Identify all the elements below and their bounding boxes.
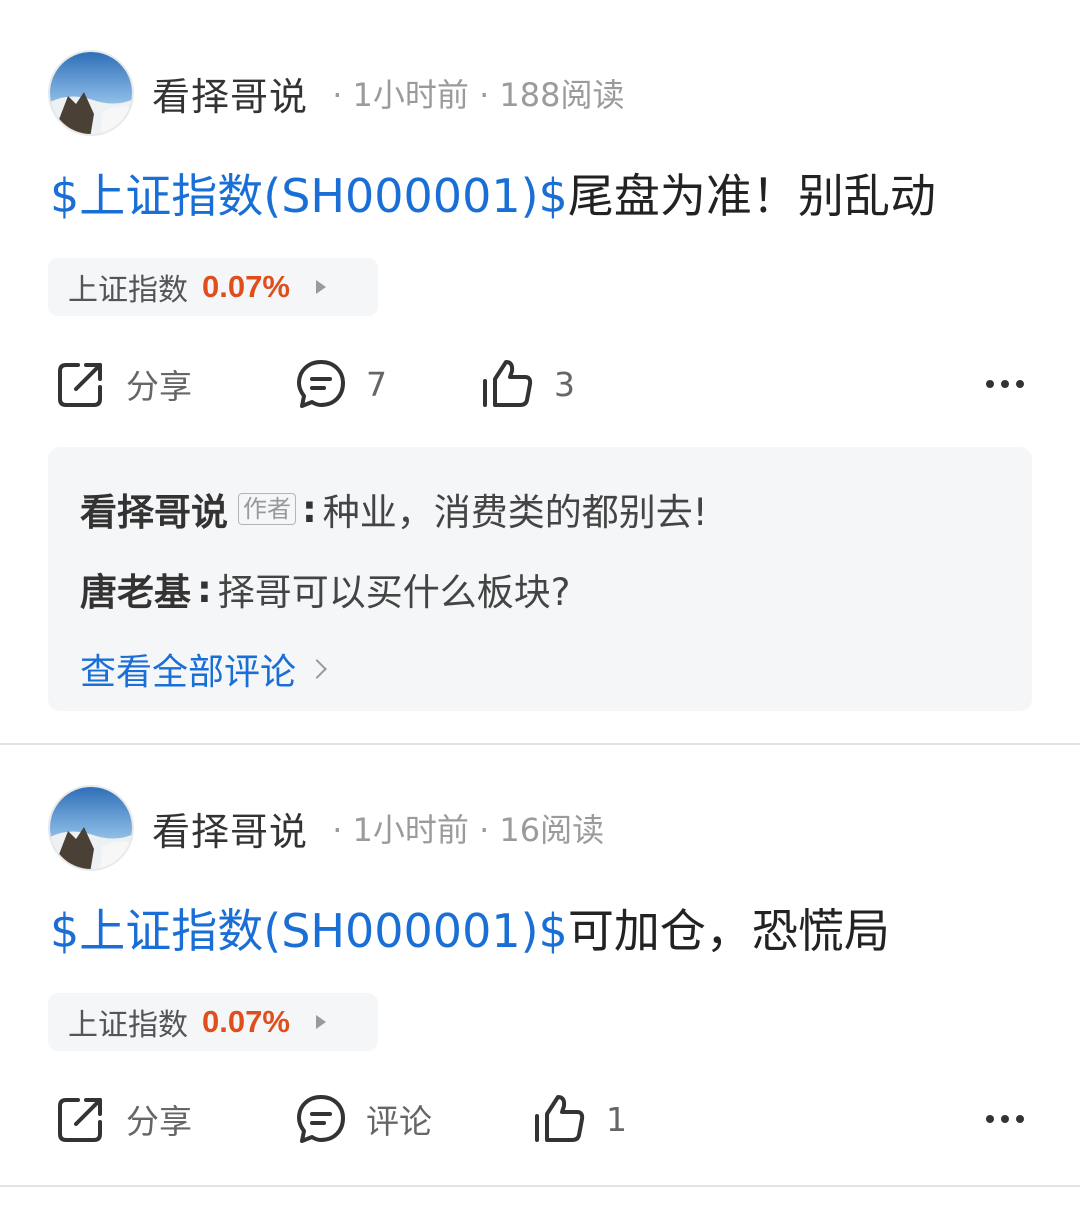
stock-tag[interactable]: 上证指数 0.07%: [48, 993, 378, 1051]
more-button[interactable]: [979, 1089, 1024, 1149]
comment-count: 7: [366, 364, 387, 404]
comment-icon: [297, 1095, 345, 1143]
avatar[interactable]: [48, 50, 134, 136]
comment-button[interactable]: 7: [294, 354, 387, 414]
read-count: 16阅读: [499, 811, 605, 849]
more-button[interactable]: [979, 354, 1024, 414]
post-content[interactable]: $上证指数(SH000001)$尾盘为准！别乱动: [50, 166, 936, 226]
author-name[interactable]: 看择哥说: [152, 66, 308, 121]
play-arrow-icon: [315, 1015, 326, 1029]
post-time: 1小时前: [352, 76, 469, 114]
stock-tag-name: 上证指数: [68, 1008, 188, 1043]
comment-item[interactable]: 唐老基 : 择哥可以买什么板块?: [80, 549, 1000, 629]
post-meta: · 1小时前 · 188阅读: [322, 76, 625, 114]
comment-author[interactable]: 唐老基: [80, 562, 191, 616]
share-label: 分享: [126, 1102, 192, 1141]
avatar[interactable]: [48, 785, 134, 871]
comment-text: 种业，消费类的都别去!: [322, 491, 708, 534]
stock-tag[interactable]: 上证指数 0.07%: [48, 258, 378, 316]
share-icon: [58, 363, 102, 407]
stock-tag-change: 0.07%: [202, 269, 290, 304]
play-arrow-icon: [315, 280, 326, 294]
share-label: 分享: [126, 367, 192, 406]
post-card[interactable]: 看择哥说 · 1小时前 · 188阅读 $上证指数(SH000001)$尾盘为准…: [0, 0, 1080, 745]
post-card[interactable]: 看择哥说 · 1小时前 · 16阅读 $上证指数(SH000001)$可加仓，恐…: [0, 745, 1080, 1187]
like-count: 3: [554, 364, 575, 404]
post-text: 尾盘为准！别乱动: [567, 169, 936, 223]
post-header: 看择哥说 · 1小时前 · 188阅读: [48, 48, 625, 138]
like-button[interactable]: 1: [532, 1089, 627, 1149]
author-badge: 作者: [238, 493, 296, 525]
share-icon: [58, 1098, 102, 1142]
share-button[interactable]: 分享: [54, 1089, 192, 1149]
action-bar: 分享 评论 1: [0, 1089, 1080, 1149]
comment-author[interactable]: 看择哥说: [80, 482, 228, 536]
more-icon: [979, 380, 1024, 388]
comment-text: 择哥可以买什么板块?: [217, 571, 571, 614]
comment-item[interactable]: 看择哥说 作者 : 种业，消费类的都别去!: [80, 469, 1000, 549]
post-text: 可加仓，恐慌局: [567, 904, 890, 958]
view-all-comments-link[interactable]: 查看全部评论: [80, 629, 1000, 709]
post-header: 看择哥说 · 1小时前 · 16阅读: [48, 783, 604, 873]
stock-link[interactable]: $上证指数(SH000001)$: [50, 169, 568, 223]
comment-label: 评论: [366, 1102, 432, 1141]
post-meta: · 1小时前 · 16阅读: [322, 811, 605, 849]
share-button[interactable]: 分享: [54, 354, 192, 414]
post-time: 1小时前: [352, 811, 469, 849]
stock-tag-change: 0.07%: [202, 1004, 290, 1039]
action-bar: 分享 7 3: [0, 354, 1080, 414]
more-icon: [979, 1115, 1024, 1123]
comment-icon: [297, 360, 345, 408]
post-content[interactable]: $上证指数(SH000001)$可加仓，恐慌局: [50, 901, 890, 961]
stock-tag-name: 上证指数: [68, 273, 188, 308]
like-icon: [535, 1095, 585, 1142]
author-name[interactable]: 看择哥说: [152, 801, 308, 856]
like-button[interactable]: 3: [480, 354, 575, 414]
like-icon: [483, 360, 533, 407]
stock-link[interactable]: $上证指数(SH000001)$: [50, 904, 568, 958]
chevron-right-icon: [307, 659, 327, 679]
read-count: 188阅读: [499, 76, 625, 114]
view-all-label: 查看全部评论: [80, 652, 297, 693]
comment-button[interactable]: 评论: [294, 1089, 432, 1149]
comment-preview: 看择哥说 作者 : 种业，消费类的都别去! 唐老基 : 择哥可以买什么板块? 查…: [48, 447, 1032, 711]
like-count: 1: [606, 1099, 627, 1139]
divider: [0, 1185, 1080, 1187]
